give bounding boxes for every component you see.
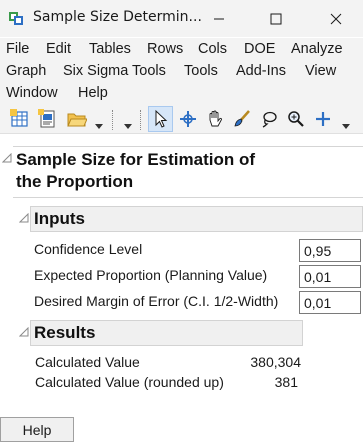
maximize-icon	[270, 13, 282, 24]
crosshair-icon[interactable]	[178, 109, 198, 129]
menu-help[interactable]: Help	[78, 85, 108, 101]
open-file-icon[interactable]	[67, 109, 87, 129]
results-header-label: Results	[34, 323, 96, 342]
maximize-button[interactable]	[253, 0, 299, 37]
menu-tools[interactable]: Tools	[184, 63, 218, 79]
menu-edit[interactable]: Edit	[46, 41, 71, 57]
title-bar: Sample Size Determin...	[0, 0, 363, 37]
menu-graph[interactable]: Graph	[6, 63, 46, 79]
calculated-value-rounded-label: Calculated Value (rounded up)	[35, 374, 224, 390]
arrow-cursor-icon[interactable]	[151, 109, 171, 129]
menu-doe[interactable]: DOE	[244, 41, 275, 57]
new-script-icon[interactable]	[38, 109, 58, 129]
confidence-level-label: Confidence Level	[34, 241, 143, 257]
menu-six-sigma-tools[interactable]: Six Sigma Tools	[63, 63, 166, 79]
file-tools-dropdown-icon[interactable]	[95, 124, 103, 129]
minimize-icon	[214, 18, 224, 19]
menu-tables[interactable]: Tables	[89, 41, 131, 57]
margin-of-error-input[interactable]	[299, 291, 361, 314]
calculated-value-rounded: 381	[274, 374, 298, 390]
results-disclosure-triangle-icon[interactable]	[19, 327, 29, 337]
report-title: Sample Size for Estimation of the Propor…	[16, 150, 255, 191]
inputs-disclosure-triangle-icon[interactable]	[19, 213, 29, 223]
new-data-table-icon[interactable]	[10, 109, 30, 129]
toolbar-dropdown-icon[interactable]	[124, 124, 132, 129]
close-button[interactable]	[313, 0, 359, 37]
minimize-button[interactable]	[196, 0, 242, 37]
close-icon	[330, 13, 342, 24]
expected-proportion-label: Expected Proportion (Planning Value)	[34, 267, 268, 283]
menu-bar: File Edit Tables Rows Cols DOE Analyze G…	[0, 38, 363, 104]
brush-icon[interactable]	[232, 109, 252, 129]
hand-icon[interactable]	[205, 109, 225, 129]
menu-add-ins[interactable]: Add-Ins	[236, 63, 286, 79]
jmp-app-icon	[9, 12, 23, 25]
help-button[interactable]: Help	[0, 417, 74, 442]
disclosure-triangle-icon[interactable]	[2, 153, 12, 163]
window-title: Sample Size Determin...	[33, 9, 202, 25]
toolbar-separator	[140, 110, 141, 130]
menu-window[interactable]: Window	[6, 85, 58, 101]
menu-file[interactable]: File	[6, 41, 29, 57]
toolbar-separator	[112, 110, 113, 130]
menu-cols[interactable]: Cols	[198, 41, 227, 57]
magnifier-icon[interactable]	[286, 109, 306, 129]
tools-dropdown-icon[interactable]	[342, 124, 350, 129]
plus-icon[interactable]	[313, 109, 333, 129]
menu-analyze[interactable]: Analyze	[291, 41, 343, 57]
confidence-level-input[interactable]	[299, 239, 361, 262]
calculated-value: 380,304	[250, 354, 301, 370]
menu-rows[interactable]: Rows	[147, 41, 183, 57]
margin-of-error-label: Desired Margin of Error (C.I. 1/2-Width)	[34, 293, 279, 309]
inputs-header-label: Inputs	[34, 209, 85, 228]
menu-view[interactable]: View	[305, 63, 336, 79]
lasso-icon[interactable]	[259, 109, 279, 129]
expected-proportion-input[interactable]	[299, 265, 361, 288]
calculated-value-label: Calculated Value	[35, 354, 140, 370]
